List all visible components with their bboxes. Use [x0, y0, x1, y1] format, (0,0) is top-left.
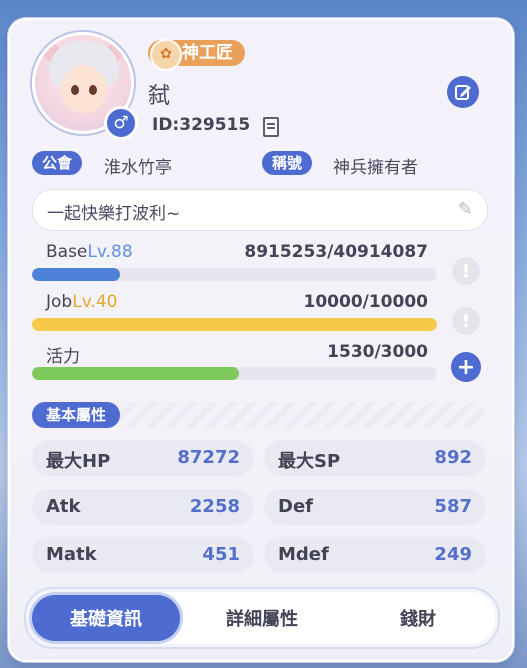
- base-label: Base: [46, 242, 88, 262]
- vitality-value: 1530/3000: [327, 342, 428, 362]
- avatar-eye-left: [71, 85, 79, 95]
- tab-wealth[interactable]: 錢財: [344, 595, 492, 641]
- exclamation-icon: !: [461, 260, 471, 282]
- job-exp-bar: [32, 318, 437, 331]
- vitality-label: 活力: [46, 347, 80, 367]
- attr-atk: Atk 2258: [32, 489, 254, 525]
- gear-icon: ✿: [150, 39, 182, 71]
- job-info-button[interactable]: !: [450, 305, 482, 337]
- exclamation-icon: !: [461, 310, 471, 332]
- title-name[interactable]: 神兵擁有者: [333, 153, 418, 178]
- copy-icon[interactable]: [263, 117, 279, 137]
- attr-name: 最大HP: [46, 451, 111, 472]
- attr-matk: Matk 451: [32, 537, 254, 573]
- job-title: 神工匠: [182, 43, 233, 63]
- attr-name: Def: [278, 496, 313, 517]
- base-exp-fill: [32, 268, 121, 281]
- job-level-label: JobLv.40: [46, 292, 117, 312]
- motto-text: 一起快樂打波利~: [47, 204, 181, 224]
- guild-tag: 公會: [32, 151, 83, 175]
- attr-name: Mdef: [278, 544, 329, 565]
- basic-attributes-header: 基本屬性: [32, 402, 486, 428]
- job-level: Lv.40: [72, 292, 118, 312]
- tab-basic-info[interactable]: 基礎資訊: [32, 595, 180, 641]
- attr-max-sp: 最大SP 892: [264, 440, 486, 476]
- job-exp-fill: [32, 318, 437, 331]
- pencil-icon[interactable]: ✎: [458, 199, 473, 220]
- title-tag: 稱號: [262, 151, 313, 175]
- attr-value: 892: [434, 447, 472, 468]
- job-exp-value: 10000/10000: [303, 292, 429, 312]
- male-gender-icon: ♂: [104, 106, 138, 140]
- character-info-panel: ♂ ✿ 神工匠 弑 ID:329515 公會 淮水竹亭 稱號 神兵擁有者 一起快…: [8, 18, 514, 662]
- tab-detailed-attributes[interactable]: 詳細屬性: [188, 595, 336, 641]
- base-level-label: BaseLv.88: [46, 242, 133, 262]
- player-id: ID:329515: [152, 115, 251, 135]
- base-level: Lv.88: [87, 242, 133, 262]
- section-label: 基本屬性: [32, 402, 121, 428]
- player-name: 弑: [148, 84, 171, 109]
- avatar-eye-right: [89, 85, 97, 95]
- motto-field[interactable]: 一起快樂打波利~ ✎: [32, 189, 488, 231]
- vitality-bar: [32, 367, 437, 380]
- base-exp-value: 8915253/40914087: [244, 242, 428, 262]
- attr-def: Def 587: [264, 489, 486, 525]
- tab-bar: 基礎資訊 詳細屬性 錢財: [24, 587, 500, 649]
- base-info-button[interactable]: !: [450, 255, 482, 287]
- attr-name: 最大SP: [278, 451, 341, 472]
- attr-value: 2258: [189, 496, 240, 517]
- edit-icon: [455, 85, 471, 100]
- attr-value: 87272: [177, 447, 240, 468]
- edit-profile-button[interactable]: [447, 76, 479, 108]
- attr-value: 587: [434, 496, 472, 517]
- attr-max-hp: 最大HP 87272: [32, 440, 254, 476]
- attr-value: 249: [434, 544, 472, 565]
- plus-icon: +: [456, 354, 476, 380]
- vitality-fill: [32, 367, 239, 380]
- avatar[interactable]: ♂: [32, 32, 138, 140]
- job-label: Job: [46, 292, 73, 312]
- job-badge: ✿ 神工匠: [148, 39, 245, 71]
- base-exp-bar: [32, 268, 437, 281]
- add-vitality-button[interactable]: +: [451, 352, 481, 382]
- attr-value: 451: [202, 544, 240, 565]
- attr-name: Atk: [46, 496, 81, 517]
- attr-name: Matk: [46, 544, 97, 565]
- attr-mdef: Mdef 249: [264, 537, 486, 573]
- guild-name[interactable]: 淮水竹亭: [104, 153, 172, 178]
- avatar-face: [61, 65, 107, 113]
